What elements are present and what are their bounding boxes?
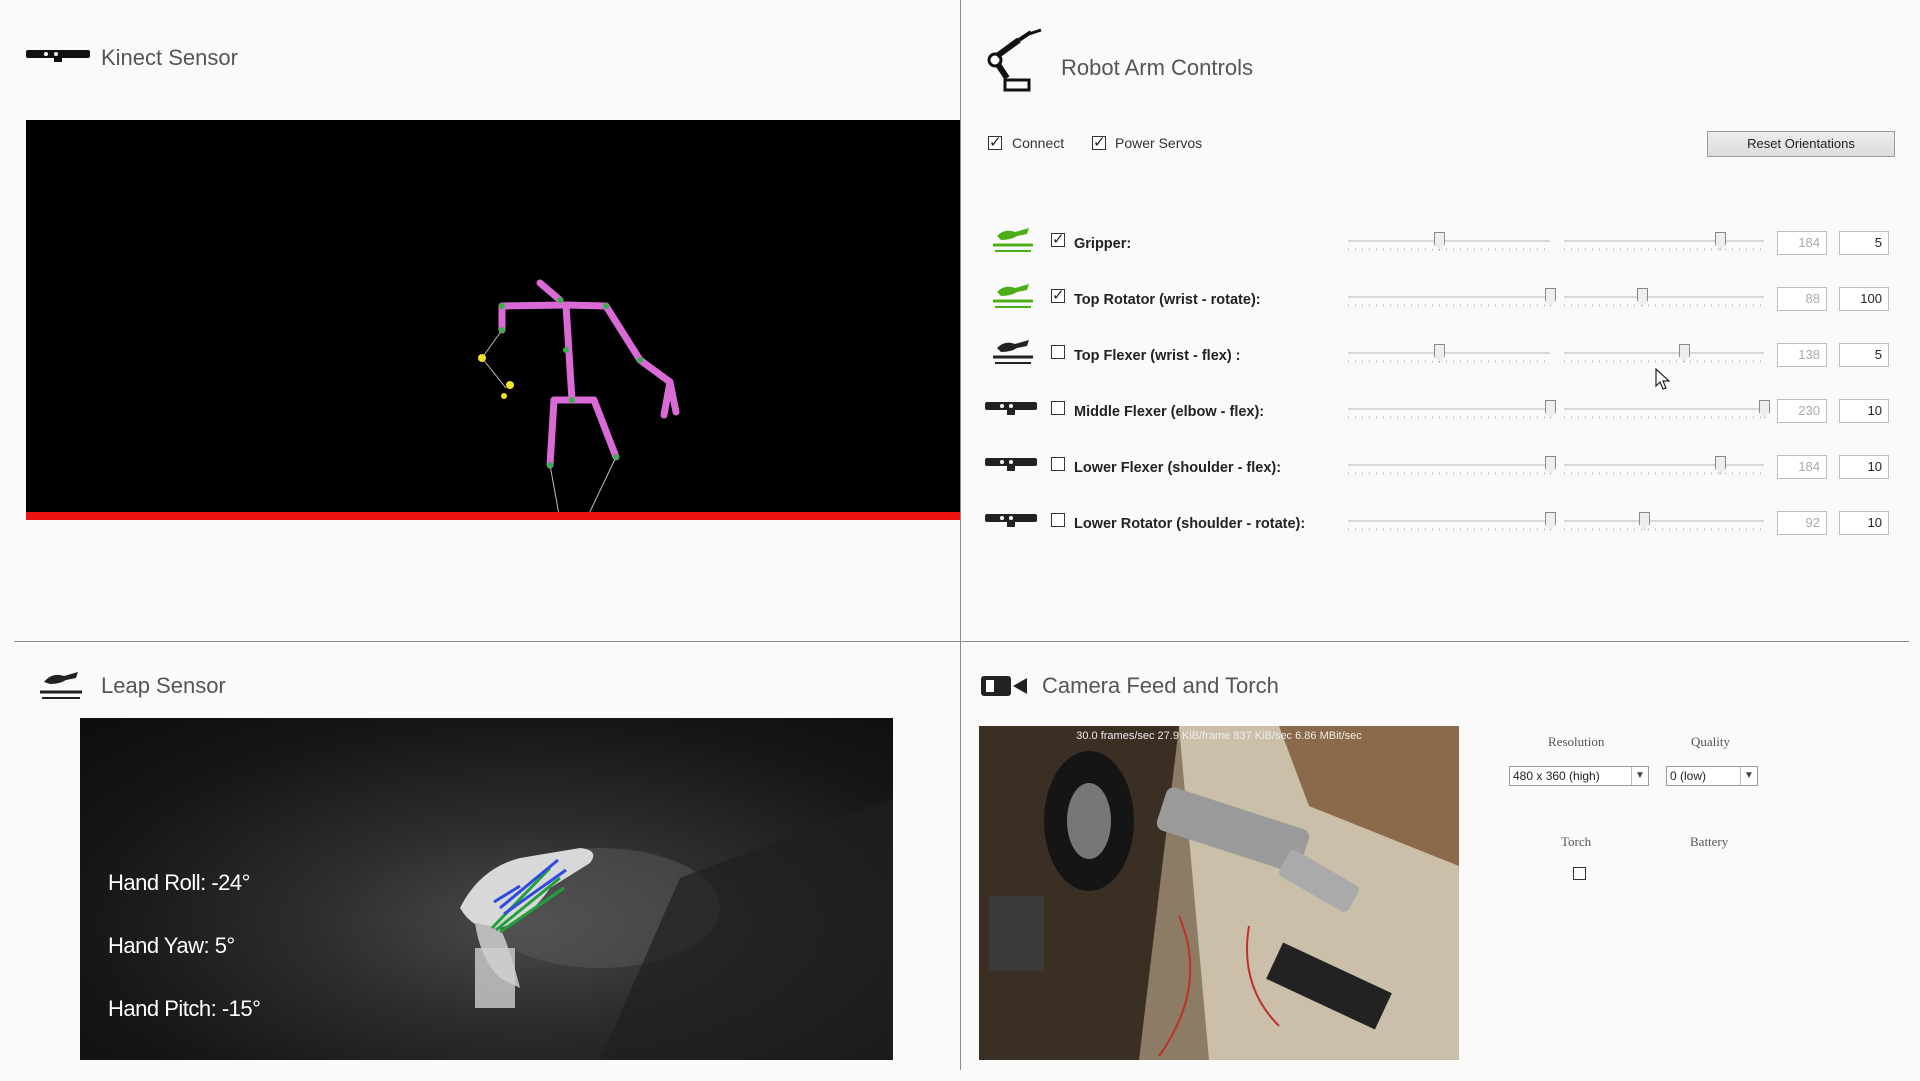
position-slider-track <box>1348 408 1550 410</box>
position-slider-ticks <box>1348 416 1550 419</box>
kinect-sensor-icon <box>26 50 90 62</box>
leap-hand-icon <box>985 338 1037 371</box>
speed-slider-ticks <box>1564 360 1764 363</box>
joint-position-value: 138 <box>1777 343 1827 367</box>
joint-speed-input[interactable]: 5 <box>1839 231 1889 255</box>
joint-enable-checkbox[interactable] <box>1051 401 1065 415</box>
speed-slider-ticks <box>1564 248 1764 251</box>
floor-line <box>26 512 960 520</box>
connect-label: Connect <box>1012 135 1065 151</box>
joint-enable-checkbox[interactable] <box>1051 230 1065 248</box>
chevron-down-icon: ▼ <box>1740 767 1757 785</box>
speed-slider-ticks <box>1564 472 1764 475</box>
joint-label: Top Rotator (wrist - rotate): <box>1074 292 1261 308</box>
camera-feed-image <box>979 726 1459 1060</box>
leap-hand-icon <box>985 226 1037 259</box>
hand-yaw-readout: Hand Yaw: 5° <box>108 933 235 958</box>
joint-speed-input[interactable]: 10 <box>1839 455 1889 479</box>
position-slider-ticks <box>1348 360 1550 363</box>
resolution-label: Resolution <box>1548 734 1605 749</box>
camera-feed: 30.0 frames/sec 27.9 KiB/frame 837 KiB/s… <box>979 726 1459 1060</box>
speed-slider-track <box>1564 408 1764 410</box>
horizontal-divider <box>14 641 1909 642</box>
skeleton-figure <box>478 279 680 520</box>
power-servos-label: Power Servos <box>1115 135 1203 151</box>
speed-slider-ticks <box>1564 416 1764 419</box>
position-slider-track <box>1348 520 1550 522</box>
joint-label: Lower Rotator (shoulder - rotate): <box>1074 516 1306 532</box>
leap-hand-icon <box>40 672 82 699</box>
joint-speed-input[interactable]: 10 <box>1839 399 1889 423</box>
quality-select[interactable]: 0 (low) ▼ <box>1666 766 1758 786</box>
kinect-title: Kinect Sensor <box>101 45 238 70</box>
joint-enable-checkbox[interactable] <box>1051 513 1065 527</box>
hand-roll-readout: Hand Roll: -24° <box>108 870 250 895</box>
speed-slider-track <box>1564 520 1764 522</box>
speed-slider-track <box>1564 464 1764 466</box>
position-slider-track <box>1348 240 1550 242</box>
joint-label: Top Flexer (wrist - flex) : <box>1074 348 1241 364</box>
joint-enable-checkbox[interactable] <box>1051 457 1065 471</box>
torch-checkbox[interactable] <box>1573 867 1586 880</box>
joint-position-value: 88 <box>1777 287 1827 311</box>
position-slider-track <box>1348 464 1550 466</box>
leap-title: Leap Sensor <box>101 673 226 698</box>
joint-enable-checkbox[interactable] <box>1051 345 1065 359</box>
position-slider-track <box>1348 352 1550 354</box>
power-servos-checkbox[interactable] <box>1092 133 1106 151</box>
joint-label: Middle Flexer (elbow - flex): <box>1074 404 1265 420</box>
camera-stats: 30.0 frames/sec 27.9 KiB/frame 837 KiB/s… <box>1076 730 1362 742</box>
resolution-select[interactable]: 480 x 360 (high) ▼ <box>1509 766 1649 786</box>
leap-hand-icon <box>985 282 1037 315</box>
speed-slider-ticks <box>1564 304 1764 307</box>
joint-position-value: 184 <box>1777 455 1827 479</box>
joint-label: Gripper: <box>1074 236 1132 252</box>
hand-pitch-readout: Hand Pitch: -15° <box>108 996 261 1021</box>
position-slider-track <box>1348 296 1550 298</box>
kinect-sensor-icon <box>985 394 1037 427</box>
joint-speed-input[interactable]: 10 <box>1839 511 1889 535</box>
position-slider-ticks <box>1348 528 1550 531</box>
joint-speed-input[interactable]: 100 <box>1839 287 1889 311</box>
kinect-sensor-icon <box>985 506 1037 539</box>
position-slider-ticks <box>1348 304 1550 307</box>
speed-slider-track <box>1564 352 1764 354</box>
robot-arm-icon <box>987 28 1042 92</box>
resolution-value: 480 x 360 (high) <box>1513 769 1600 783</box>
chevron-down-icon: ▼ <box>1631 767 1648 785</box>
joint-label: Lower Flexer (shoulder - flex): <box>1074 460 1282 476</box>
kinect-skeleton-view <box>26 120 960 520</box>
kinect-sensor-icon <box>985 450 1037 483</box>
robot-arm-title: Robot Arm Controls <box>1061 55 1253 80</box>
speed-slider-ticks <box>1564 528 1764 531</box>
joint-position-value: 184 <box>1777 231 1827 255</box>
camera-title: Camera Feed and Torch <box>1042 673 1279 698</box>
speed-slider-track <box>1564 296 1764 298</box>
joint-position-value: 230 <box>1777 399 1827 423</box>
position-slider-ticks <box>1348 472 1550 475</box>
speed-slider-track <box>1564 240 1764 242</box>
video-camera-icon <box>981 676 1027 696</box>
vertical-divider <box>960 0 961 1070</box>
joint-speed-input[interactable]: 5 <box>1839 343 1889 367</box>
mouse-cursor-icon <box>1655 368 1671 390</box>
quality-label: Quality <box>1691 734 1730 749</box>
reset-orientations-button[interactable]: Reset Orientations <box>1707 131 1895 157</box>
leap-camera-view: Hand Roll: -24° Hand Yaw: 5° Hand Pitch:… <box>80 718 893 1060</box>
connect-checkbox[interactable] <box>988 133 1002 151</box>
quality-value: 0 (low) <box>1670 769 1707 783</box>
joint-enable-checkbox[interactable] <box>1051 286 1065 304</box>
position-slider-ticks <box>1348 248 1550 251</box>
battery-label: Battery <box>1690 834 1729 849</box>
torch-label: Torch <box>1561 834 1592 849</box>
joint-position-value: 92 <box>1777 511 1827 535</box>
